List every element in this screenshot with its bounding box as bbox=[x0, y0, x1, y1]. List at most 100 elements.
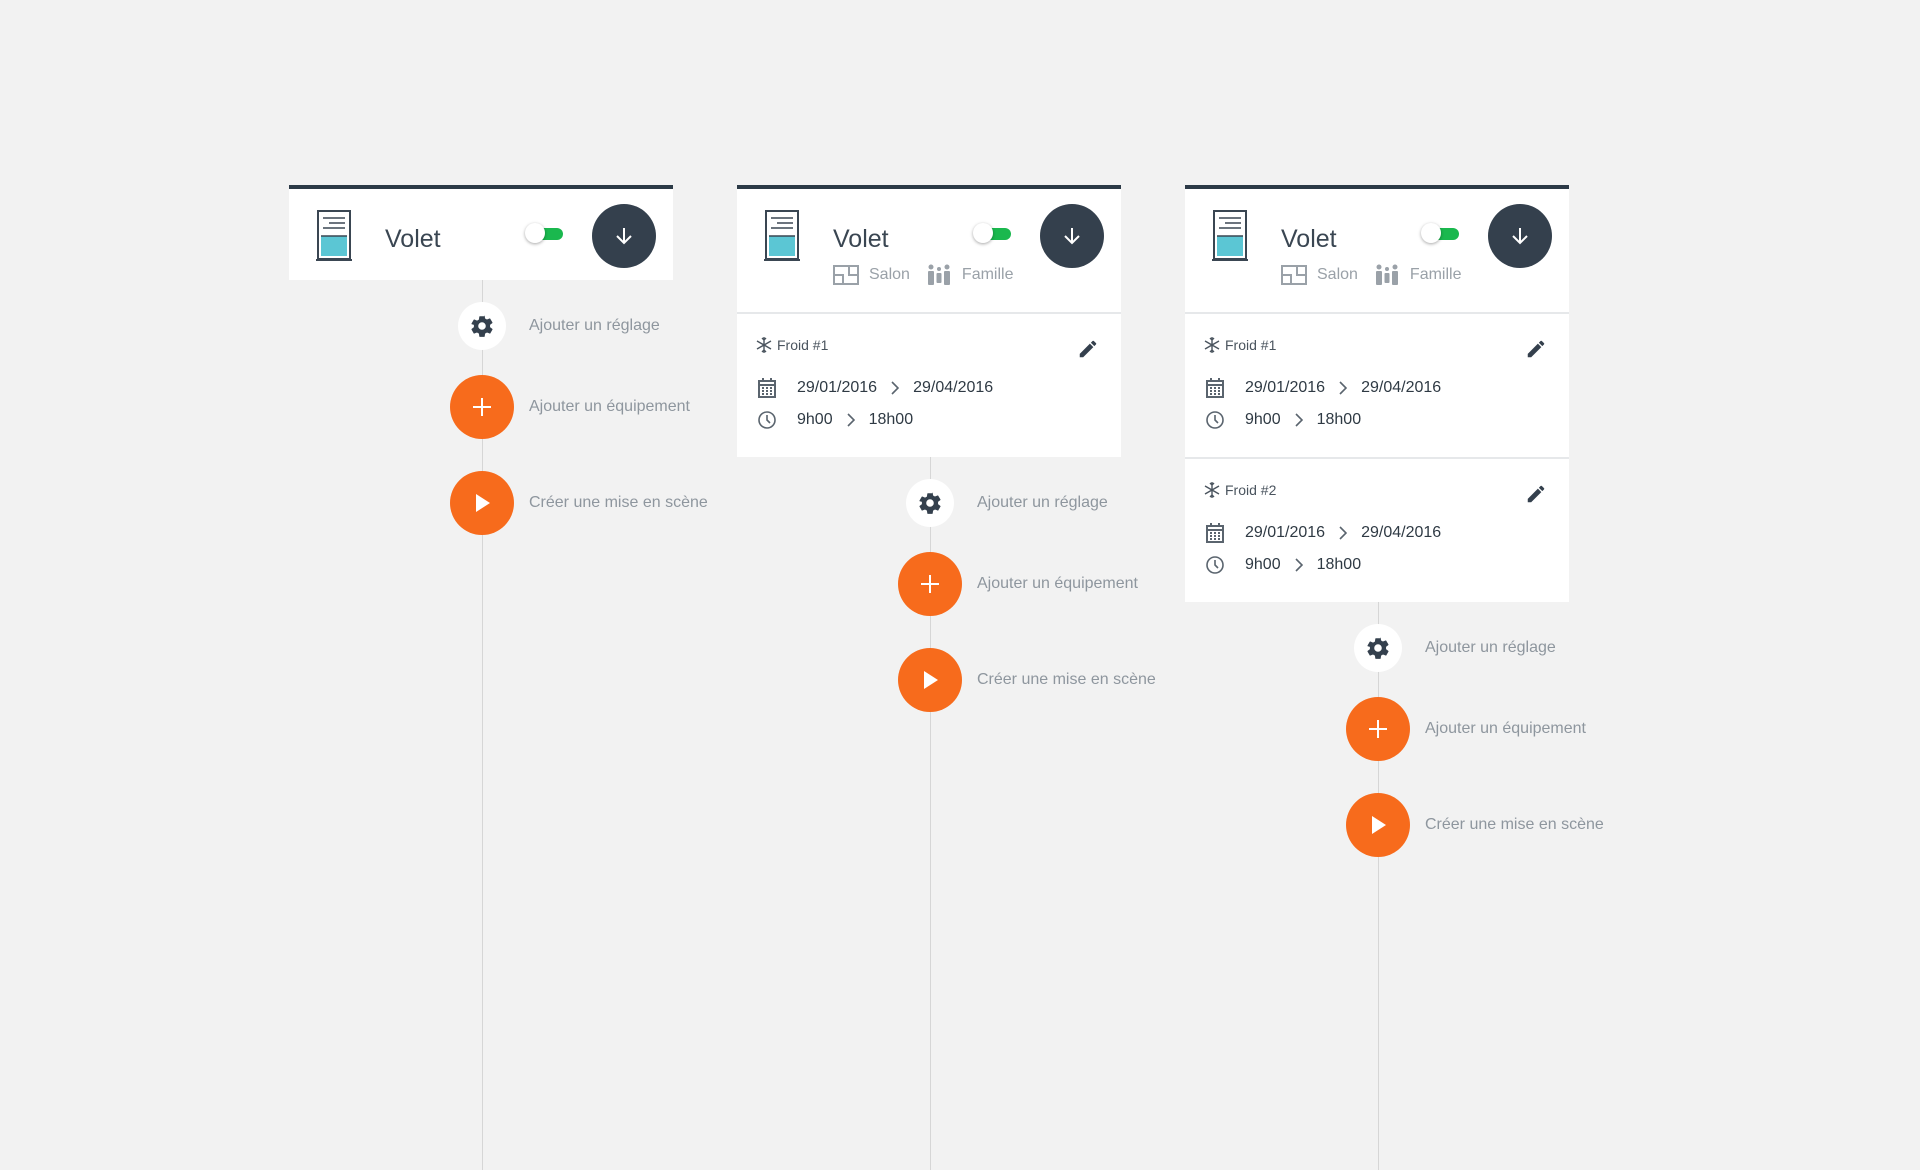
time-end: 18h00 bbox=[1316, 411, 1362, 428]
setting-name: Froid #2 bbox=[1203, 481, 1276, 499]
time-start: 9h00 bbox=[1245, 556, 1281, 573]
add-setting-button[interactable] bbox=[906, 479, 954, 527]
gear-icon bbox=[919, 492, 941, 514]
create-scene-button[interactable] bbox=[450, 471, 514, 535]
create-scene-label[interactable]: Créer une mise en scène bbox=[1425, 816, 1604, 834]
device-header: Volet Salon Famille bbox=[737, 189, 1121, 312]
group-label: Famille bbox=[961, 266, 1014, 283]
timeline-line bbox=[1378, 600, 1379, 1170]
chevron-right-icon bbox=[891, 381, 900, 395]
group-meta: Famille bbox=[926, 264, 1014, 286]
add-equipment-label[interactable]: Ajouter un équipement bbox=[1425, 720, 1586, 738]
date-start: 29/01/2016 bbox=[797, 379, 878, 396]
add-equipment-action[interactable]: Ajouter un équipement bbox=[898, 552, 1138, 616]
add-setting-action[interactable]: Ajouter un réglage bbox=[458, 302, 660, 350]
add-setting-label[interactable]: Ajouter un réglage bbox=[1425, 639, 1556, 657]
pencil-icon bbox=[1079, 340, 1097, 358]
time-range: 9h00 18h00 bbox=[1205, 555, 1361, 575]
edit-setting-button[interactable] bbox=[1525, 338, 1547, 360]
calendar-icon bbox=[1205, 523, 1225, 543]
device-column-2: Volet Salon Famille Froid #1 29/01/2016 … bbox=[737, 185, 1156, 1170]
toggle-knob bbox=[973, 223, 993, 243]
calendar-icon bbox=[757, 378, 777, 398]
plus-icon bbox=[473, 398, 491, 416]
add-setting-action[interactable]: Ajouter un réglage bbox=[1354, 624, 1556, 672]
setting-item: Froid #2 29/01/2016 29/04/2016 9h00 18h0… bbox=[1185, 457, 1569, 602]
clock-icon bbox=[1205, 555, 1225, 575]
add-equipment-action[interactable]: Ajouter un équipement bbox=[1346, 697, 1586, 761]
date-end: 29/04/2016 bbox=[1361, 524, 1442, 541]
create-scene-action[interactable]: Créer une mise en scène bbox=[898, 648, 1156, 712]
expand-button[interactable] bbox=[592, 204, 656, 268]
date-start: 29/01/2016 bbox=[1245, 379, 1326, 396]
plus-icon bbox=[1369, 720, 1387, 738]
toggle-knob bbox=[1421, 223, 1441, 243]
setting-item: Froid #1 29/01/2016 29/04/2016 9h00 18h0… bbox=[737, 312, 1121, 457]
pencil-icon bbox=[1527, 340, 1545, 358]
setting-name-text: Froid #2 bbox=[1225, 482, 1277, 498]
chevron-right-icon bbox=[1339, 381, 1348, 395]
create-scene-action[interactable]: Créer une mise en scène bbox=[1346, 793, 1604, 857]
room-label: Salon bbox=[869, 266, 910, 283]
create-scene-action[interactable]: Créer une mise en scène bbox=[450, 471, 708, 535]
add-equipment-button[interactable] bbox=[1346, 697, 1410, 761]
snowflake-icon bbox=[1204, 337, 1220, 353]
time-range: 9h00 18h00 bbox=[1205, 410, 1361, 430]
add-setting-button[interactable] bbox=[1354, 624, 1402, 672]
chevron-right-icon bbox=[1295, 413, 1303, 427]
edit-setting-button[interactable] bbox=[1525, 483, 1547, 505]
arrow-down-icon bbox=[1512, 228, 1528, 245]
toggle-knob bbox=[525, 223, 545, 243]
device-card: Volet Salon Famille Froid #1 29/01/2016 … bbox=[737, 185, 1121, 457]
create-scene-label[interactable]: Créer une mise en scène bbox=[977, 671, 1156, 689]
create-scene-button[interactable] bbox=[1346, 793, 1410, 857]
time-end: 18h00 bbox=[868, 411, 914, 428]
clock-icon bbox=[757, 410, 777, 430]
device-toggle[interactable] bbox=[525, 223, 565, 243]
device-meta: Salon Famille bbox=[833, 264, 1029, 286]
add-setting-label[interactable]: Ajouter un réglage bbox=[529, 317, 660, 335]
add-setting-button[interactable] bbox=[458, 302, 506, 350]
device-column-3: Volet Salon Famille Froid #1 29/01/2016 … bbox=[1185, 185, 1604, 1170]
chevron-right-icon bbox=[1339, 526, 1348, 540]
date-range: 29/01/2016 29/04/2016 bbox=[1205, 378, 1441, 398]
group-meta: Famille bbox=[1374, 264, 1461, 286]
chevron-right-icon bbox=[847, 413, 855, 427]
create-scene-button[interactable] bbox=[898, 648, 962, 712]
edit-setting-button[interactable] bbox=[1077, 338, 1099, 360]
setting-name-text: Froid #1 bbox=[1225, 337, 1277, 353]
room-meta: Salon bbox=[833, 265, 910, 285]
device-meta: Salon Famille bbox=[1281, 264, 1477, 286]
gear-icon bbox=[1367, 637, 1389, 659]
room-meta: Salon bbox=[1281, 265, 1358, 285]
device-toggle[interactable] bbox=[973, 223, 1013, 243]
add-equipment-action[interactable]: Ajouter un équipement bbox=[450, 375, 690, 439]
arrow-down-icon bbox=[1064, 228, 1080, 245]
create-scene-label[interactable]: Créer une mise en scène bbox=[529, 494, 708, 512]
add-equipment-button[interactable] bbox=[450, 375, 514, 439]
setting-name: Froid #1 bbox=[755, 336, 828, 354]
expand-button[interactable] bbox=[1488, 204, 1552, 268]
arrow-down-icon bbox=[616, 228, 632, 245]
room-icon bbox=[833, 265, 859, 285]
device-header: Volet Salon Famille bbox=[1185, 189, 1569, 312]
date-end: 29/04/2016 bbox=[1361, 379, 1442, 396]
room-icon bbox=[1281, 265, 1307, 285]
device-column-1: Volet Ajouter un réglage Ajouter un équi… bbox=[289, 185, 708, 1170]
expand-button[interactable] bbox=[1040, 204, 1104, 268]
date-range: 29/01/2016 29/04/2016 bbox=[1205, 523, 1441, 543]
play-icon bbox=[476, 494, 490, 512]
gear-icon bbox=[471, 315, 493, 337]
family-icon bbox=[1375, 264, 1398, 285]
add-setting-action[interactable]: Ajouter un réglage bbox=[906, 479, 1108, 527]
play-icon bbox=[1372, 816, 1386, 834]
calendar-icon bbox=[1205, 378, 1225, 398]
add-equipment-label[interactable]: Ajouter un équipement bbox=[529, 398, 690, 416]
window-shutter-icon bbox=[315, 209, 353, 268]
add-equipment-button[interactable] bbox=[898, 552, 962, 616]
add-setting-label[interactable]: Ajouter un réglage bbox=[977, 494, 1108, 512]
snowflake-icon bbox=[756, 337, 772, 353]
family-icon bbox=[927, 264, 950, 285]
device-toggle[interactable] bbox=[1421, 223, 1461, 243]
add-equipment-label[interactable]: Ajouter un équipement bbox=[977, 575, 1138, 593]
